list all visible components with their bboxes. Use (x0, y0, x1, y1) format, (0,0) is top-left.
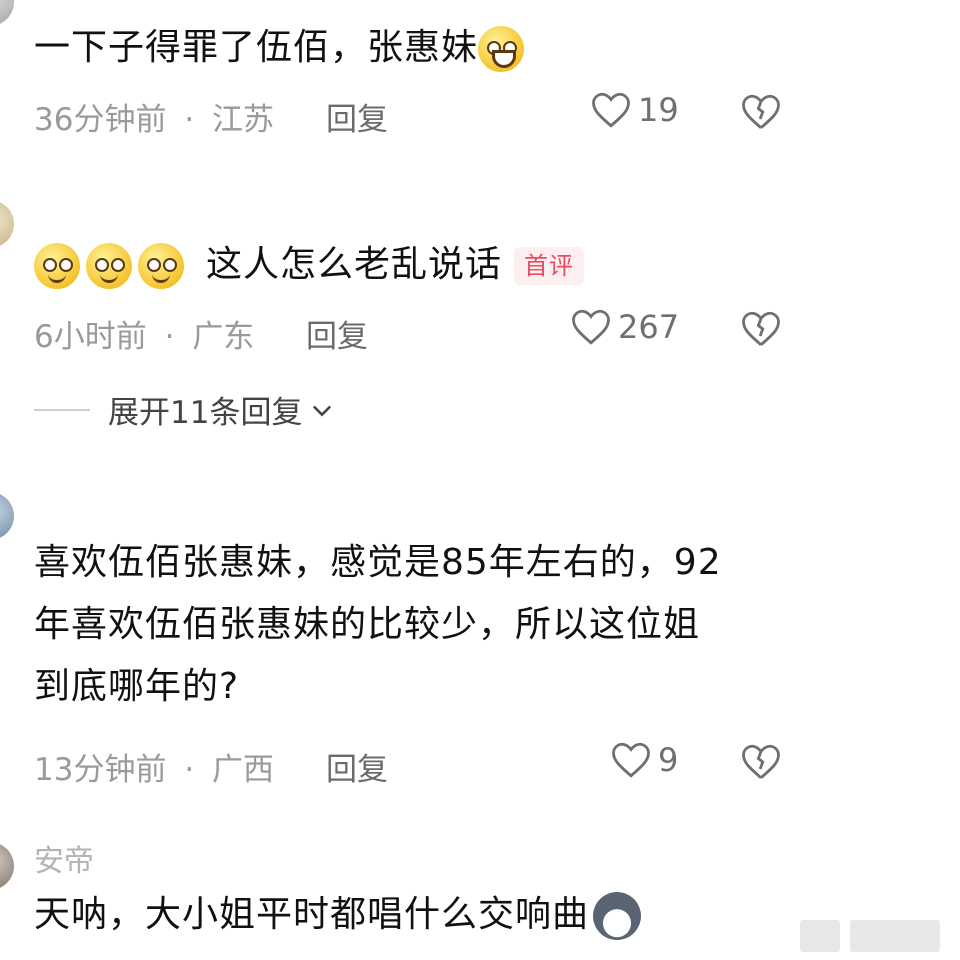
expand-replies-label: 展开11条回复 (108, 395, 303, 431)
heart-icon (572, 309, 610, 345)
reply-button[interactable]: 回复 (306, 311, 368, 356)
dizzy-emoji-icon (86, 243, 132, 289)
reply-button[interactable]: 回复 (326, 744, 388, 789)
comment-body: 这人怎么老乱说话 (206, 244, 503, 285)
broken-heart-icon (742, 311, 780, 346)
comment-region: 广东 (192, 319, 255, 355)
dislike-button[interactable] (740, 92, 782, 136)
comment-meta: 13分钟前 · 广西 (34, 744, 274, 789)
comment-text: 这人怎么老乱说话 首评 (34, 234, 585, 296)
username: 安帝 (34, 844, 94, 879)
first-comment-badge: 首评 (514, 247, 585, 285)
broken-heart-icon (742, 744, 780, 779)
comment-meta: 36分钟前 · 江苏 (34, 94, 274, 139)
comment-text: 天呐，大小姐平时都唱什么交响曲 (34, 884, 642, 946)
comment-time: 6小时前 (34, 319, 147, 355)
like-count: 9 (658, 741, 679, 779)
like-button[interactable]: 267 (570, 307, 679, 347)
comment-time: 36分钟前 (34, 102, 167, 138)
comment-line: 到底哪年的? (34, 666, 240, 707)
avatar[interactable] (0, 492, 14, 540)
comment-text: 喜欢伍佰张惠妹，感觉是85年左右的，92 年喜欢伍佰张惠妹的比较少，所以这位姐 … (34, 532, 722, 718)
heart-icon (592, 92, 630, 128)
comment-region: 广西 (212, 752, 275, 788)
reply-button[interactable]: 回复 (326, 94, 388, 139)
like-count: 19 (638, 91, 679, 129)
avatar[interactable] (0, 842, 14, 890)
comment-meta: 6小时前 · 广东 (34, 311, 254, 356)
dislike-button[interactable] (740, 742, 782, 786)
comment-region: 江苏 (212, 102, 275, 138)
heart-icon (612, 742, 650, 778)
dizzy-emoji-icon (34, 243, 80, 289)
username-blurred (76, 178, 116, 208)
comment-body: 一下子得罪了伍佰，张惠妹 (34, 27, 479, 68)
meta-separator: · (184, 102, 195, 138)
expand-divider (34, 408, 90, 411)
meta-separator: · (164, 319, 175, 355)
username-faded (34, 0, 214, 6)
username-blurred (34, 480, 184, 510)
like-button[interactable]: 19 (590, 90, 679, 130)
comment-line: 喜欢伍佰张惠妹，感觉是85年左右的，92 (34, 542, 722, 583)
like-count: 267 (618, 308, 680, 346)
dizzy-emoji-icon (138, 243, 184, 289)
comment-line: 年喜欢伍佰张惠妹的比较少，所以这位姐 (34, 604, 701, 645)
husky-dog-emoji-icon (593, 892, 642, 940)
avatar[interactable] (0, 200, 14, 248)
grinning-sweat-emoji-icon (478, 26, 525, 72)
like-button[interactable]: 9 (610, 740, 678, 780)
broken-heart-icon (742, 94, 780, 129)
meta-separator: · (184, 752, 195, 788)
dislike-button[interactable] (740, 309, 782, 353)
expand-replies-button[interactable]: 展开11条回复 (34, 387, 336, 432)
comment-body: 天呐，大小姐平时都唱什么交响曲 (34, 894, 590, 935)
comment-time: 13分钟前 (34, 752, 167, 788)
avatar[interactable] (0, 0, 14, 26)
comment-text: 一下子得罪了伍佰，张惠妹 (34, 17, 530, 79)
watermark (800, 920, 950, 952)
chevron-down-icon (313, 405, 332, 416)
